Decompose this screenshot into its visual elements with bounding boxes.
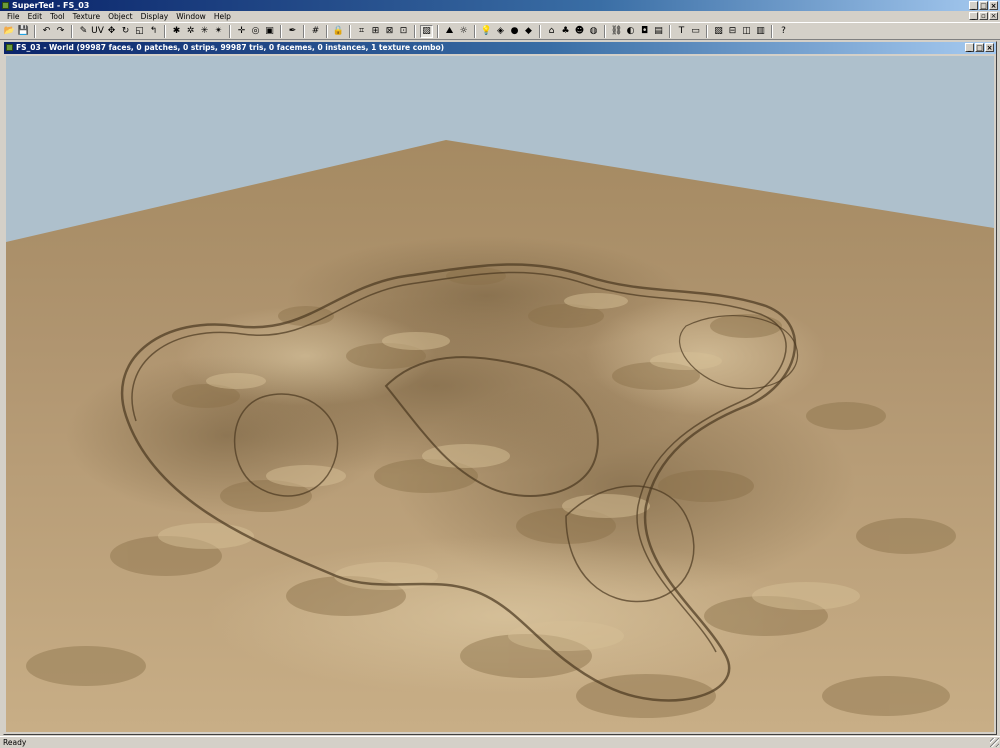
menu-display[interactable]: Display [137, 11, 173, 22]
save-icon[interactable]: 💾 [17, 25, 30, 38]
house-icon[interactable]: ⌂ [545, 25, 558, 38]
document-icon[interactable] [6, 44, 13, 51]
document-title-bar[interactable]: FS_03 - World (99987 faces, 0 patches, 0… [4, 42, 996, 54]
globe-icon[interactable]: ◍ [587, 25, 600, 38]
link-icon[interactable]: ⛓ [610, 25, 623, 38]
document-window-controls: _ □ × [965, 43, 994, 52]
menu-help[interactable]: Help [210, 11, 235, 22]
wire-icon[interactable]: ⊟ [726, 25, 739, 38]
texture-icon[interactable]: ▨ [420, 24, 433, 38]
document-window: FS_03 - World (99987 faces, 0 patches, 0… [3, 41, 997, 735]
grid-icon[interactable]: # [309, 25, 322, 38]
panel-icon[interactable]: ▭ [689, 25, 702, 38]
snap-c-icon[interactable]: ⊠ [383, 25, 396, 38]
eyedropper-icon[interactable]: ✒ [286, 25, 299, 38]
mdi-window-controls: _ ▫ × [969, 12, 998, 20]
tool-c-icon[interactable]: ✳ [198, 25, 211, 38]
view-icon[interactable]: ▥ [754, 25, 767, 38]
app-title-bar[interactable]: SuperTed - FS_03 _ □ × [0, 0, 1000, 11]
terrain-render[interactable] [6, 56, 994, 732]
scale-icon[interactable]: ◱ [133, 25, 146, 38]
people-icon[interactable]: ☻ [573, 25, 586, 38]
toolbar-separator [437, 24, 439, 38]
undo-icon[interactable]: ↶ [40, 25, 53, 38]
menu-tool[interactable]: Tool [46, 11, 69, 22]
close-icon[interactable]: × [989, 1, 998, 10]
object-icon[interactable]: ◆ [522, 25, 535, 38]
rotate-icon[interactable]: ↻ [119, 25, 132, 38]
toolbar-separator [229, 24, 231, 38]
help-icon[interactable]: ? [777, 25, 790, 38]
tool-b-icon[interactable]: ✲ [184, 25, 197, 38]
snap-d-icon[interactable]: ⊡ [397, 25, 410, 38]
toolbar-separator [71, 24, 73, 38]
uv-icon[interactable]: UV [91, 25, 104, 38]
menu-edit[interactable]: Edit [24, 11, 47, 22]
tool-a-icon[interactable]: ✱ [170, 25, 183, 38]
app-window-controls: _ □ × [969, 0, 998, 10]
tree-icon[interactable]: ♣ [559, 25, 572, 38]
toolbar-separator [669, 24, 671, 38]
mdi-restore-icon[interactable]: ▫ [979, 12, 988, 20]
document-title: FS_03 - World (99987 faces, 0 patches, 0… [16, 43, 445, 52]
toolbar-separator [474, 24, 476, 38]
brush-icon[interactable]: ✎ [77, 25, 90, 38]
mdi-close-icon[interactable]: × [989, 12, 998, 20]
bulb-icon[interactable]: 💡 [480, 25, 493, 38]
render-icon[interactable]: ▤ [652, 25, 665, 38]
app-title: SuperTed - FS_03 [12, 1, 90, 10]
menu-file[interactable]: File [3, 11, 24, 22]
menu-object[interactable]: Object [104, 11, 136, 22]
toolbar-separator [164, 24, 166, 38]
toolbar-separator [349, 24, 351, 38]
tool-d-icon[interactable]: ✴ [212, 25, 225, 38]
terrain-icon[interactable]: ⛰ [443, 25, 456, 38]
document-close-icon[interactable]: × [985, 43, 994, 52]
menu-window[interactable]: Window [172, 11, 210, 22]
pan-icon[interactable]: ✛ [235, 25, 248, 38]
hook-icon[interactable]: ↰ [147, 25, 160, 38]
toolbar-separator [303, 24, 305, 38]
3d-viewport[interactable] [6, 56, 994, 732]
menu-texture[interactable]: Texture [69, 11, 104, 22]
frame-icon[interactable]: ▣ [263, 25, 276, 38]
toolbar-separator [604, 24, 606, 38]
document-maximize-icon[interactable]: □ [975, 43, 984, 52]
resize-grip[interactable] [990, 738, 999, 747]
status-text: Ready [3, 738, 27, 747]
paint-icon[interactable]: ◐ [624, 25, 637, 38]
text-icon[interactable]: T [675, 25, 688, 38]
toolbar-separator [414, 24, 416, 38]
document-minimize-icon[interactable]: _ [965, 43, 974, 52]
status-bar: Ready [0, 736, 1000, 748]
maximize-icon[interactable]: □ [979, 1, 988, 10]
minimize-icon[interactable]: _ [969, 1, 978, 10]
lock-icon[interactable]: 🔒 [332, 25, 345, 38]
toolbar-separator [771, 24, 773, 38]
toolbar-separator [34, 24, 36, 38]
cube-icon[interactable]: ◈ [494, 25, 507, 38]
toolbar-separator [280, 24, 282, 38]
open-icon[interactable]: 📂 [3, 25, 16, 38]
toolbar-separator [706, 24, 708, 38]
move-icon[interactable]: ✥ [105, 25, 118, 38]
toolbar-separator [539, 24, 541, 38]
light-icon[interactable]: ☼ [457, 25, 470, 38]
redo-icon[interactable]: ↷ [54, 25, 67, 38]
toolbar-separator [326, 24, 328, 38]
mdi-minimize-icon[interactable]: _ [969, 12, 978, 20]
orbit-icon[interactable]: ◎ [249, 25, 262, 38]
menu-bar: File Edit Tool Texture Object Display Wi… [0, 11, 1000, 22]
toolbar: 📂 💾 ↶ ↷ ✎ UV ✥ ↻ ◱ ↰ ✱ ✲ ✳ ✴ ✛ ◎ ▣ ✒ # 🔒 ⌗ ⊞ ⊠ ⊡ ▨ ⛰ ☼ 💡 ◈ ● ◆ ⌂ ♣ ☻ ◍ ⛓ ◐ ◘ ▤… [0, 22, 1000, 40]
snap-b-icon[interactable]: ⊞ [369, 25, 382, 38]
sphere-icon[interactable]: ● [508, 25, 521, 38]
camera-icon[interactable]: ◘ [638, 25, 651, 38]
split-icon[interactable]: ◫ [740, 25, 753, 38]
app-icon[interactable] [2, 2, 9, 9]
snap-a-icon[interactable]: ⌗ [355, 25, 368, 38]
image-icon[interactable]: ▧ [712, 25, 725, 38]
